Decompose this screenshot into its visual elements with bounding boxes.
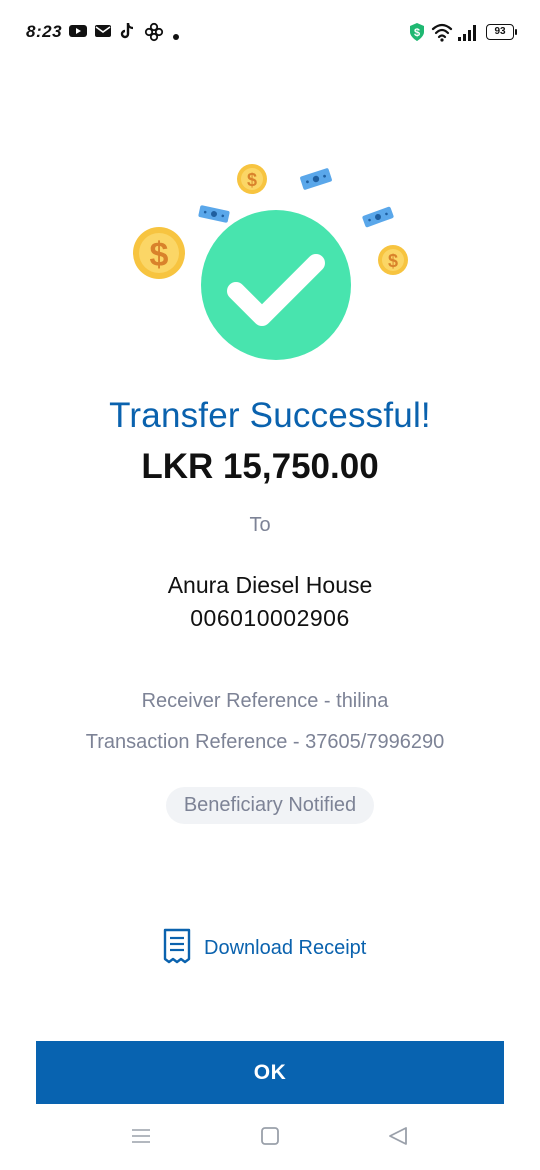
back-icon[interactable] xyxy=(387,1126,409,1151)
tiktok-icon xyxy=(120,22,136,45)
status-time: 8:23 xyxy=(26,22,63,41)
beneficiary-notified-badge: Beneficiary Notified xyxy=(166,787,374,824)
success-check-icon xyxy=(201,210,351,360)
to-label: To xyxy=(249,514,271,536)
banknote-icon xyxy=(300,168,332,190)
system-nav-bar xyxy=(0,1112,540,1170)
svg-text:$: $ xyxy=(150,236,169,274)
receipt-icon xyxy=(162,928,192,969)
coin-icon: $ xyxy=(378,245,408,275)
wifi-icon xyxy=(431,22,453,47)
svg-text:$: $ xyxy=(414,27,420,39)
home-icon[interactable] xyxy=(260,1126,280,1151)
pinwheel-icon xyxy=(144,22,164,47)
banknote-icon xyxy=(198,205,230,223)
mail-icon xyxy=(94,22,112,45)
signal-icon xyxy=(457,22,479,47)
status-bar: 8:23 $ 93 xyxy=(0,0,540,64)
battery-indicator: 93 xyxy=(486,24,517,40)
coin-icon: $ xyxy=(237,164,267,194)
recipient-account-number: 006010002906 xyxy=(190,605,350,631)
svg-text:$: $ xyxy=(247,170,257,190)
dot-icon xyxy=(172,28,180,46)
coin-icon: $ xyxy=(133,227,185,279)
youtube-icon xyxy=(68,22,88,45)
ok-button[interactable]: OK xyxy=(36,1041,504,1104)
banknote-icon xyxy=(362,206,394,228)
download-receipt-link[interactable]: Download Receipt xyxy=(162,928,366,968)
svg-text:$: $ xyxy=(388,251,398,271)
transfer-amount: LKR 15,750.00 xyxy=(141,447,379,486)
money-app-icon: $ xyxy=(408,22,426,47)
download-receipt-label: Download Receipt xyxy=(204,936,367,959)
menu-icon[interactable] xyxy=(131,1126,151,1151)
receiver-reference: Receiver Reference - thilina xyxy=(141,690,389,712)
recipient-name: Anura Diesel House xyxy=(167,572,373,598)
success-illustration: $ $ $ xyxy=(0,150,540,380)
transaction-reference: Transaction Reference - 37605/7996290 xyxy=(85,731,445,753)
success-title: Transfer Successful! xyxy=(109,396,431,435)
